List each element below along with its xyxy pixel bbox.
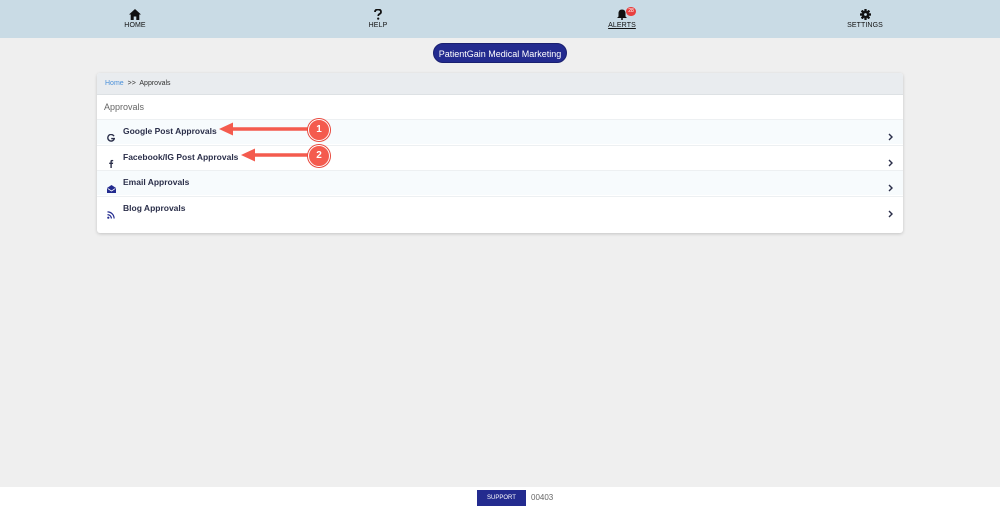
email-approvals-label: Email Approvals: [123, 177, 190, 187]
chevron-right-icon: [888, 179, 893, 197]
nav-help-label: HELP: [368, 22, 388, 29]
footer: SUPPORT 00403: [0, 487, 1000, 509]
nav-settings-label: SETTINGS: [847, 22, 883, 29]
google-post-approvals-label: Google Post Approvals: [123, 126, 217, 136]
nav-alerts-label: ALERTS: [608, 22, 636, 29]
facebook-ig-post-approvals-row[interactable]: Facebook/IG Post Approvals: [97, 145, 903, 170]
rss-icon: [107, 206, 117, 219]
breadcrumb: Home >> Approvals: [97, 73, 903, 95]
gear-icon: [835, 9, 895, 21]
top-nav: HOME HELP 28 ALERTS SETTINGS: [0, 0, 1000, 38]
envelope-open-icon: [107, 180, 117, 193]
blog-approvals-label: Blog Approvals: [123, 203, 186, 213]
alerts-count-badge: 28: [626, 7, 636, 16]
bell-icon: 28: [592, 7, 652, 21]
breadcrumb-current: Approvals: [139, 80, 171, 87]
breadcrumb-home-link[interactable]: Home: [105, 80, 124, 87]
nav-settings[interactable]: SETTINGS: [835, 9, 895, 29]
practice-selector-button[interactable]: PatientGain Medical Marketing: [433, 43, 567, 63]
nav-alerts[interactable]: 28 ALERTS: [592, 7, 652, 29]
section-title: Approvals: [104, 102, 145, 112]
breadcrumb-separator: >>: [127, 80, 136, 87]
question-icon: [348, 9, 408, 21]
blog-approvals-row[interactable]: Blog Approvals: [97, 196, 903, 221]
nav-home-label: HOME: [124, 22, 146, 29]
home-icon: [105, 9, 165, 21]
support-button[interactable]: SUPPORT: [477, 490, 526, 506]
chevron-right-icon: [888, 128, 893, 146]
nav-home[interactable]: HOME: [105, 9, 165, 29]
annotation-arrow-2: [241, 148, 316, 162]
annotation-number-1: 1: [308, 119, 330, 141]
chevron-right-icon: [888, 205, 893, 223]
annotation-arrow-1: [219, 122, 316, 136]
google-icon: [107, 129, 117, 142]
footer-code: 00403: [531, 493, 554, 502]
nav-help[interactable]: HELP: [348, 9, 408, 29]
facebook-ig-post-approvals-label: Facebook/IG Post Approvals: [123, 152, 239, 162]
facebook-icon: [107, 155, 117, 168]
approvals-card: Home >> Approvals Approvals Google Post …: [97, 73, 903, 233]
annotation-number-2: 2: [308, 145, 330, 167]
email-approvals-row[interactable]: Email Approvals: [97, 170, 903, 195]
